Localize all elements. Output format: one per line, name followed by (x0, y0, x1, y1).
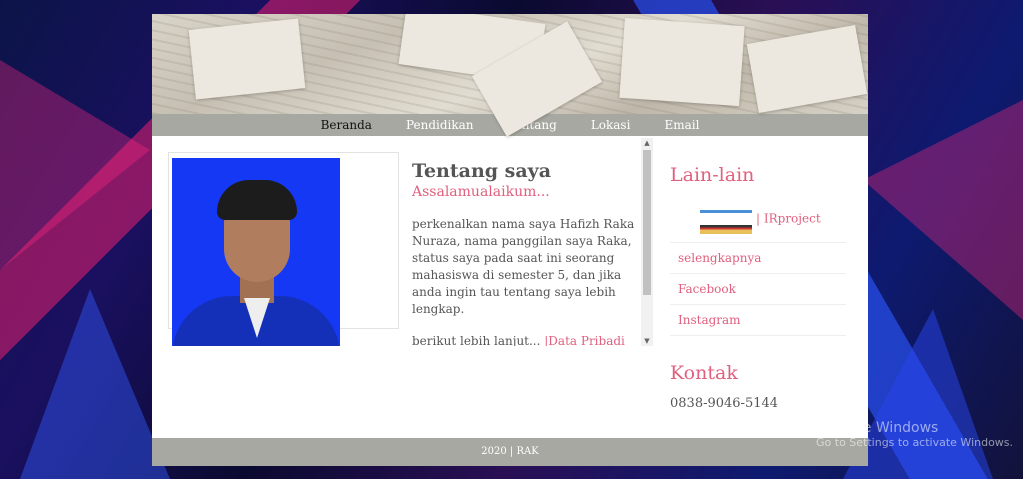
background-shape (0, 60, 150, 270)
watermark-title: Activate Windows (814, 420, 939, 436)
selengkapnya-link[interactable]: selengkapnya (678, 251, 761, 265)
scroll-up-icon[interactable]: ▲ (641, 138, 653, 148)
website-window: Beranda Pendidikan Tentang Lokasi Email … (152, 14, 868, 466)
article-title: Tentang saya (412, 160, 552, 182)
contact-title: Kontak (670, 362, 738, 384)
irproject-link[interactable]: | IRproject (756, 212, 821, 226)
project-item: | IRproject (670, 196, 846, 243)
article-text: Tentang saya Assalamualaikum... perkenal… (412, 160, 644, 346)
link-selengkapnya: selengkapnya (670, 243, 846, 274)
main-content: Tentang saya Assalamualaikum... perkenal… (152, 136, 868, 438)
data-pribadi-link[interactable]: |Data Pribadi (544, 334, 625, 346)
nav-lokasi[interactable]: Lokasi (591, 118, 631, 132)
sidebar: Lain-lain | IRproject selengkapnya Faceb… (670, 136, 846, 411)
read-more: berikut lebih lanjut... |Data Pribadi (412, 334, 644, 346)
article-subtitle: Assalamualaikum... (412, 184, 550, 200)
activate-windows-watermark: Activate Windows Go to Settings to activ… (814, 420, 1013, 449)
read-more-text: berikut lebih lanjut... (412, 334, 541, 346)
facebook-link[interactable]: Facebook (678, 282, 736, 296)
profile-photo (172, 158, 340, 346)
nav-email[interactable]: Email (664, 118, 699, 132)
link-instagram: Instagram (670, 305, 846, 336)
header-banner (152, 14, 868, 137)
watermark-subtitle: Go to Settings to activate Windows. (816, 436, 1014, 449)
about-article: Tentang saya Assalamualaikum... perkenal… (168, 138, 655, 346)
phone-number: 0838-9046-5144 (670, 396, 779, 411)
scroll-down-icon[interactable]: ▼ (641, 336, 653, 346)
footer: 2020 | RAK (152, 438, 868, 466)
background-shape (863, 100, 1023, 320)
article-scrollbar[interactable]: ▲ ▼ (641, 138, 653, 346)
nav-beranda[interactable]: Beranda (321, 118, 372, 132)
background-shape (20, 289, 170, 479)
other-title: Lain-lain (670, 164, 755, 186)
project-thumbnail[interactable] (700, 204, 752, 234)
link-facebook: Facebook (670, 274, 846, 305)
scroll-thumb[interactable] (643, 150, 651, 295)
article-paragraph: perkenalkan nama saya Hafizh Raka Nuraza… (412, 217, 635, 316)
instagram-link[interactable]: Instagram (678, 313, 741, 327)
nav-pendidikan[interactable]: Pendidikan (406, 118, 474, 132)
